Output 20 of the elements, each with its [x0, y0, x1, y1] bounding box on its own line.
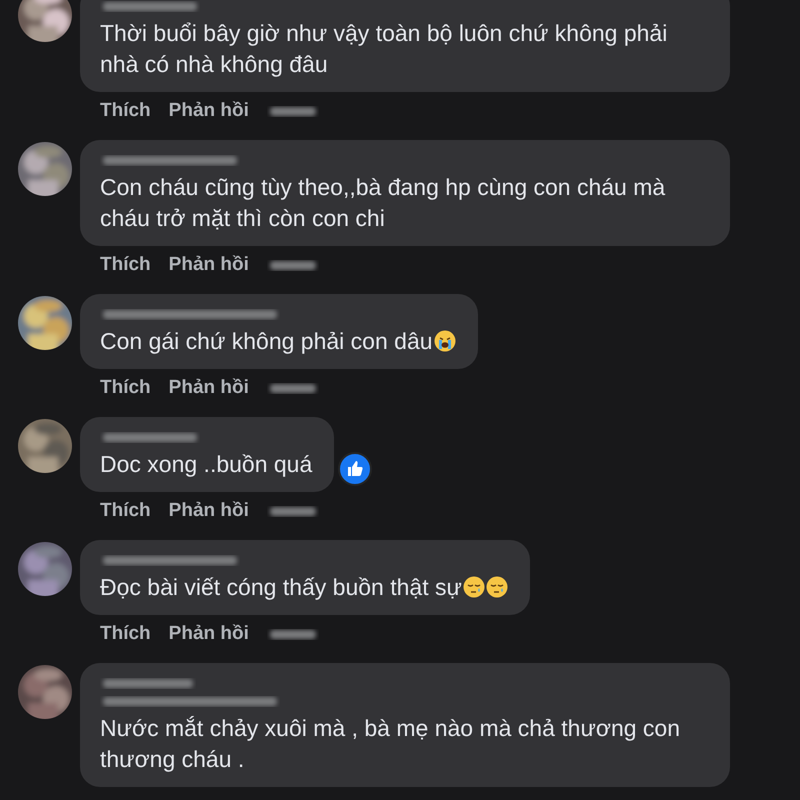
action-link[interactable]: Thích — [100, 496, 151, 526]
comment-text: Con cháu cũng tùy theo,,bà đang hp cùng con cháu mà cháu trở mặt thì còn con chi — [100, 174, 666, 231]
action-link[interactable]: Phản hồi — [168, 250, 249, 280]
sleepy-face-icon — [462, 576, 485, 598]
action-link[interactable]: Phản hồi — [168, 96, 249, 126]
like-reaction-icon — [338, 452, 372, 486]
action-link[interactable]: Thích — [100, 250, 151, 280]
action-link[interactable]: Phản hồi — [168, 496, 249, 526]
comment-text: Thời buổi bây giờ như vậy toàn bộ luôn chứ không phải nhà có nhà không đâu — [100, 20, 668, 77]
comment-text: Nước mắt chảy xuôi mà , bà mẹ nào mà chả thương con thương cháu . — [100, 715, 680, 772]
crying-face-icon — [434, 330, 456, 352]
comment-text: Đọc bài viết cóng thấy buồn thật sự — [100, 574, 462, 600]
action-link[interactable]: Thích — [100, 374, 151, 402]
comment-text: Con gái chứ không phải con dâu — [100, 328, 433, 354]
action-link[interactable]: Thích — [100, 96, 151, 126]
action-link[interactable]: Phản hồi — [168, 620, 249, 648]
sleepy-face-icon — [486, 576, 508, 598]
comment-text: Doc xong ..buồn quá — [100, 451, 312, 477]
action-link[interactable]: Thích — [100, 620, 151, 648]
action-link[interactable]: Phản hồi — [168, 374, 249, 402]
